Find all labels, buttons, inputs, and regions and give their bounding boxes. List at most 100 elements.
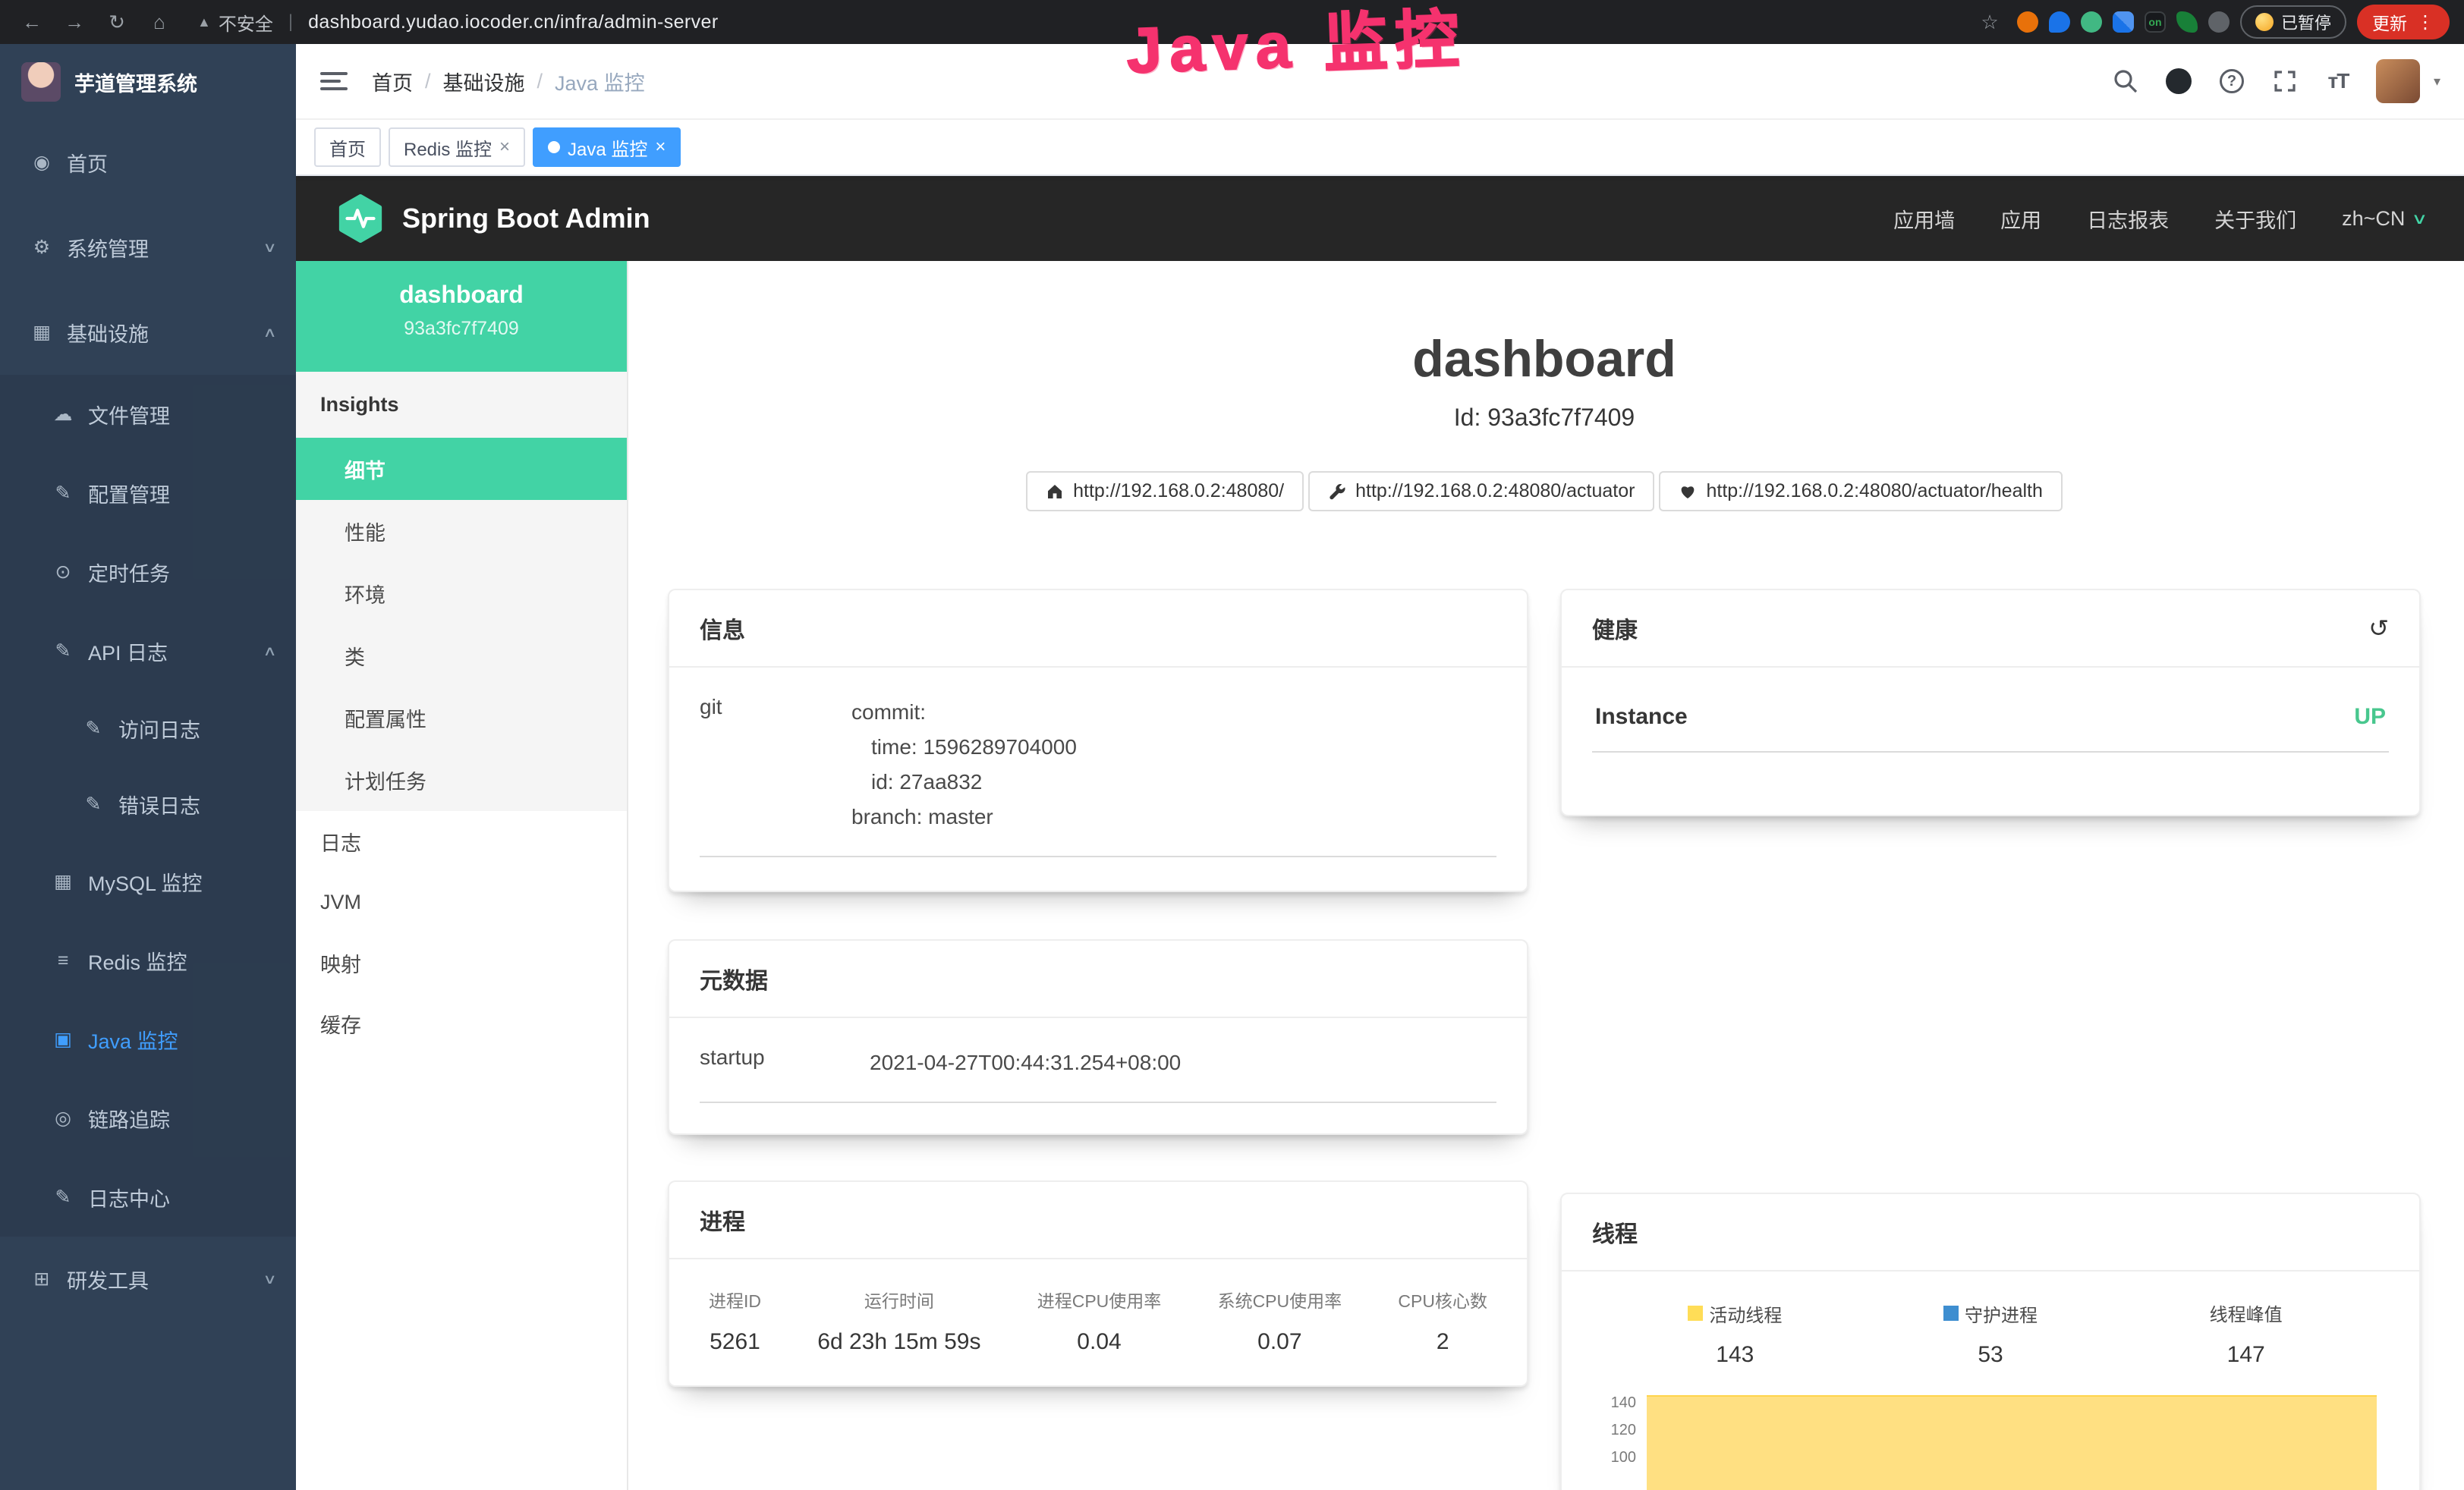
update-button[interactable]: 更新 ⋮ <box>2357 5 2450 39</box>
back-icon[interactable]: ← <box>15 11 49 34</box>
forward-icon[interactable]: → <box>58 11 91 34</box>
sba-nav-about[interactable]: 关于我们 <box>2214 204 2296 234</box>
monitor-icon: ▣ <box>52 1028 74 1051</box>
sidebar-item-infrastructure[interactable]: ▦ 基础设施 ∧ <box>0 290 296 375</box>
extension-icon-on[interactable]: on <box>2145 11 2166 33</box>
status-badge: UP <box>2354 704 2386 730</box>
avatar[interactable] <box>2376 59 2420 103</box>
sba-menu-scheduled-tasks[interactable]: 计划任务 <box>296 749 627 811</box>
instance-header[interactable]: dashboard 93a3fc7f7409 <box>296 261 627 372</box>
breadcrumb-infrastructure[interactable]: 基础设施 <box>443 67 525 96</box>
sidebar-item-log-center[interactable]: ✎ 日志中心 <box>0 1158 296 1237</box>
address-bar[interactable]: dashboard.yudao.iocoder.cn/infra/admin-s… <box>308 11 719 33</box>
sidebar-item-mysql-monitor[interactable]: ▦ MySQL 监控 <box>0 842 296 921</box>
health-instance-row[interactable]: Instance UP <box>1592 695 2389 753</box>
history-icon[interactable]: ↺ <box>2368 616 2389 640</box>
sidebar-item-trace[interactable]: ◎ 链路追踪 <box>0 1079 296 1158</box>
sba-menu-classes[interactable]: 类 <box>296 624 627 687</box>
reload-icon[interactable]: ↻ <box>100 11 134 34</box>
spring-boot-admin-logo[interactable] <box>335 193 385 244</box>
tab-java-monitor[interactable]: Java 监控 × <box>533 127 681 167</box>
actuator-url-link[interactable]: http://192.168.0.2:48080/actuator <box>1308 471 1654 511</box>
git-info-row: git commit: time: 1596289704000 id: 27aa… <box>700 695 1496 857</box>
sba-brand-title[interactable]: Spring Boot Admin <box>402 203 650 234</box>
sidebar-item-config-management[interactable]: ✎ 配置管理 <box>0 454 296 533</box>
bookmark-star-icon[interactable]: ☆ <box>1973 11 2006 34</box>
service-url-link[interactable]: http://192.168.0.2:48080/ <box>1026 471 1304 511</box>
sidebar-item-redis-monitor[interactable]: ≡ Redis 监控 <box>0 921 296 1000</box>
startup-value: 2021-04-27T00:44:31.254+08:00 <box>870 1045 1181 1080</box>
sidebar-item-java-monitor[interactable]: ▣ Java 监控 <box>0 1000 296 1079</box>
browser-home-icon[interactable]: ⌂ <box>143 11 176 34</box>
tab-redis-monitor[interactable]: Redis 监控 × <box>389 127 525 167</box>
sba-menu-environment[interactable]: 环境 <box>296 562 627 624</box>
startup-row: startup 2021-04-27T00:44:31.254+08:00 <box>700 1045 1496 1103</box>
active-dot <box>548 141 560 153</box>
metadata-card-title: 元数据 <box>700 962 768 995</box>
sba-nav-applications[interactable]: 应用 <box>2000 204 2041 234</box>
extension-icon-1[interactable] <box>2017 11 2038 33</box>
security-indicator[interactable]: ▲ 不安全 <box>197 9 273 36</box>
sba-menu-caches[interactable]: 缓存 <box>296 993 627 1054</box>
sidebar-item-error-logs[interactable]: ✎ 错误日志 <box>0 766 296 842</box>
extension-icon-4[interactable] <box>2113 11 2134 33</box>
sba-menu-jvm[interactable]: JVM <box>296 872 627 932</box>
sidebar-item-home[interactable]: ◉ 首页 <box>0 120 296 205</box>
info-card: 信息 git commit: time: 1596289704000 id: 2 <box>668 589 1528 892</box>
extension-icon-6[interactable] <box>2176 11 2198 33</box>
chevron-up-icon: ∧ <box>263 643 276 659</box>
extension-icon-3[interactable] <box>2081 11 2102 33</box>
active-threads-swatch <box>1688 1306 1703 1321</box>
browser-menu-icon[interactable]: ⋮ <box>2416 11 2434 33</box>
chevron-down-icon: ∨ <box>2412 209 2428 228</box>
admin-header: 首页 / 基础设施 / Java 监控 ? тT ▾ <box>296 44 2464 120</box>
sba-menu-mappings[interactable]: 映射 <box>296 932 627 993</box>
process-card-title: 进程 <box>700 1203 745 1237</box>
heart-icon <box>1679 483 1697 501</box>
smiley-icon <box>2255 13 2274 31</box>
extension-icon-7[interactable] <box>2208 11 2230 33</box>
sba-menu-logs[interactable]: 日志 <box>296 811 627 872</box>
health-instance-label: Instance <box>1595 704 1688 730</box>
extension-icon-2[interactable] <box>2049 11 2070 33</box>
dashboard-icon: ◉ <box>30 151 53 174</box>
search-icon[interactable] <box>2110 66 2141 96</box>
close-icon[interactable]: × <box>655 138 666 156</box>
tab-home[interactable]: 首页 <box>314 127 381 167</box>
help-icon[interactable]: ? <box>2217 66 2247 96</box>
avatar-caret-icon[interactable]: ▾ <box>2434 74 2440 90</box>
hamburger-icon[interactable] <box>320 72 348 90</box>
threads-card-title: 线程 <box>1592 1215 1638 1249</box>
breadcrumb: 首页 / 基础设施 / Java 监控 <box>372 67 645 96</box>
legend-peak-threads: 线程峰值 147 <box>2118 1299 2374 1368</box>
breadcrumb-home[interactable]: 首页 <box>372 67 413 96</box>
edit-icon: ✎ <box>82 717 105 740</box>
locale-selector[interactable]: zh~CN ∨ <box>2342 207 2425 231</box>
home-icon <box>1046 483 1064 501</box>
health-url-link[interactable]: http://192.168.0.2:48080/actuator/health <box>1659 471 2062 511</box>
github-icon[interactable] <box>2163 66 2194 96</box>
sidebar-item-system-management[interactable]: ⚙ 系统管理 ∨ <box>0 205 296 290</box>
process-col-proc-cpu: 进程CPU使用率 0.04 <box>1037 1287 1162 1355</box>
sba-menu-details[interactable]: 细节 <box>296 438 627 500</box>
sidebar-item-access-logs[interactable]: ✎ 访问日志 <box>0 690 296 766</box>
sba-nav-journal[interactable]: 日志报表 <box>2087 204 2169 234</box>
sidebar-item-api-logs[interactable]: ✎ API 日志 ∧ <box>0 611 296 690</box>
sidebar-item-dev-tools[interactable]: ⊞ 研发工具 ∨ <box>0 1237 296 1322</box>
paused-badge[interactable]: 已暂停 <box>2240 5 2346 39</box>
process-col-sys-cpu: 系统CPU使用率 0.07 <box>1218 1287 1342 1355</box>
text-size-icon[interactable]: тT <box>2323 66 2353 96</box>
edit-icon: ✎ <box>52 1186 74 1209</box>
fullscreen-icon[interactable] <box>2270 66 2300 96</box>
sba-menu-performance[interactable]: 性能 <box>296 500 627 562</box>
tools-icon: ⊞ <box>30 1268 53 1290</box>
sba-nav-wallboard[interactable]: 应用墙 <box>1893 204 1955 234</box>
sidebar-item-scheduled-tasks[interactable]: ⊙ 定时任务 <box>0 533 296 611</box>
close-icon[interactable]: × <box>499 138 510 156</box>
app-logo[interactable]: 芋道管理系统 <box>0 44 296 120</box>
sidebar-item-file-management[interactable]: ☁ 文件管理 <box>0 375 296 454</box>
admin-sidebar: 芋道管理系统 ◉ 首页 ⚙ 系统管理 ∨ ▦ 基础设施 ∧ ☁ 文件管理 ✎ 配… <box>0 44 296 1490</box>
health-card-title: 健康 <box>1592 611 1638 645</box>
sba-menu-config-props[interactable]: 配置属性 <box>296 687 627 749</box>
legend-daemon-threads: 守护进程 53 <box>1863 1299 2119 1368</box>
